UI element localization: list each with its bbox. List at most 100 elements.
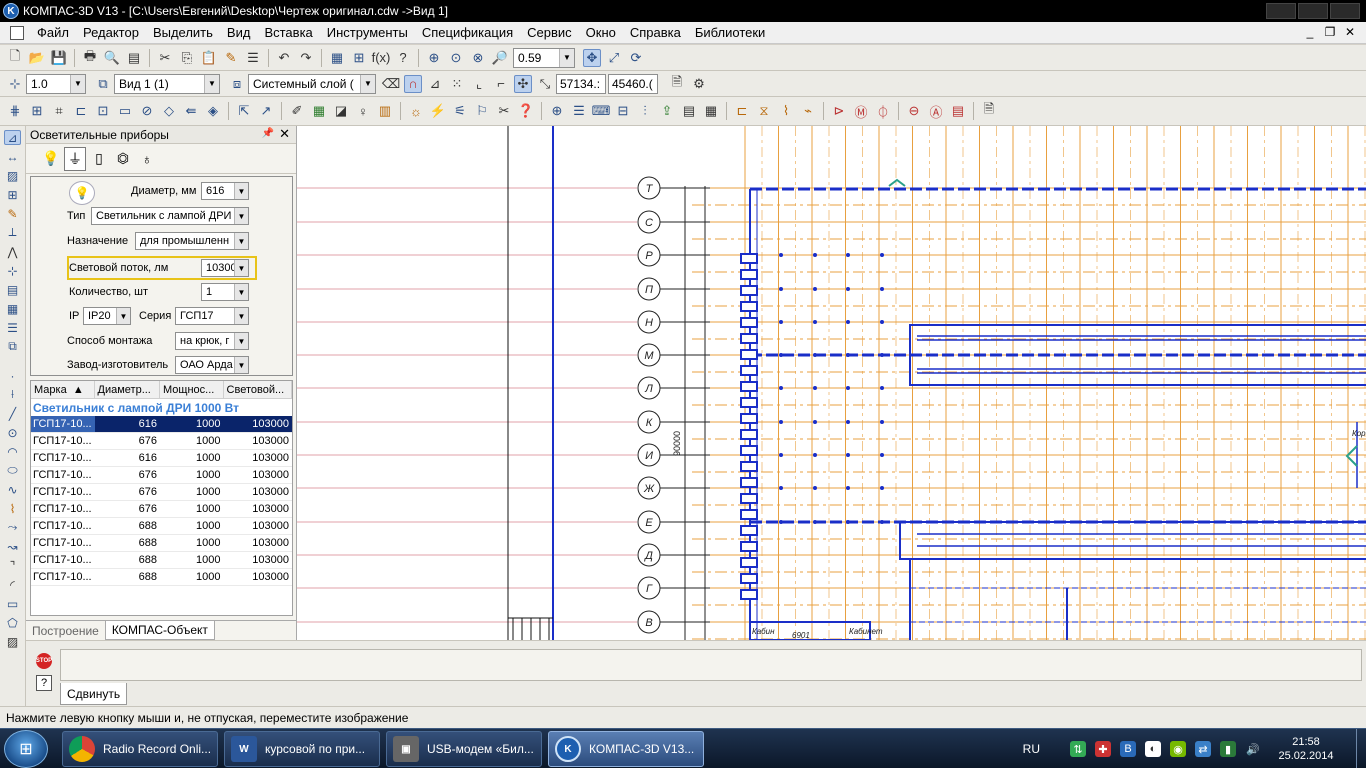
fillet-tool-icon[interactable]: ◜ (4, 577, 21, 592)
chevron-down-icon[interactable]: ▼ (234, 308, 248, 324)
undo-icon[interactable]: ↶ (275, 49, 293, 67)
tab-move[interactable]: Сдвинуть (60, 683, 128, 705)
format-painter-icon[interactable]: ✎ (222, 49, 240, 67)
flux-select[interactable]: 10300(▼ (201, 259, 249, 277)
refresh-icon[interactable]: ⟳ (627, 49, 645, 67)
print-preview-icon[interactable]: 🔍 (103, 49, 121, 67)
probe-icon[interactable]: ⫶ (636, 102, 654, 120)
eraser-icon[interactable]: ⌫ (382, 75, 400, 93)
geometry-tool-icon[interactable]: ⊿ (4, 130, 21, 145)
chevron-down-icon[interactable]: ▼ (234, 233, 248, 249)
chevron-down-icon[interactable]: ▼ (234, 260, 248, 276)
menu-insert[interactable]: Вставка (257, 25, 319, 40)
dimension-tool-icon[interactable]: ↔ (4, 149, 21, 164)
column-diameter-header[interactable]: Диаметр... (95, 381, 161, 398)
breaker-icon[interactable]: ⊳ (830, 102, 848, 120)
library-icon[interactable]: ⊞ (350, 49, 368, 67)
maximize-button[interactable] (1298, 3, 1328, 19)
stop-icon[interactable]: STOP (36, 653, 52, 669)
stairs-icon[interactable]: ▭ (116, 102, 134, 120)
table-row[interactable]: ГСП17-10... 616 1000 103000 (31, 450, 292, 467)
show-desktop-button[interactable] (1356, 729, 1366, 768)
tools-icon[interactable]: ✂ (495, 102, 513, 120)
hatch-tool-icon[interactable]: ▨ (4, 168, 21, 183)
clock[interactable]: 21:58 25.02.2014 (1270, 735, 1342, 763)
spec-table-icon[interactable]: ▦ (702, 102, 720, 120)
plug-icon[interactable]: ⌇ (777, 102, 795, 120)
arrow-left-icon[interactable]: ⇚ (182, 102, 200, 120)
table-row[interactable]: ГСП17-10... 688 1000 103000 (31, 535, 292, 552)
fuse-icon[interactable]: ⏀ (874, 102, 892, 120)
meter-icon[interactable]: Ⓜ (852, 102, 870, 120)
table-row[interactable]: ГСП17-10... 688 1000 103000 (31, 569, 292, 586)
shield-icon[interactable]: ◐ (1145, 741, 1161, 757)
spline-tool-icon[interactable]: ∿ (4, 482, 21, 497)
page-setup-icon[interactable]: ▤ (125, 49, 143, 67)
windows-start-icon[interactable]: ⊞ (4, 730, 48, 768)
spec-tool-icon[interactable]: ▤ (4, 282, 21, 297)
level-mark-icon[interactable]: ⇱ (235, 102, 253, 120)
lamp-icon[interactable]: ♀ (354, 102, 372, 120)
document-icon[interactable] (10, 25, 24, 40)
transformer-icon[interactable]: ⧖ (755, 102, 773, 120)
copy-icon[interactable]: ⎘ (178, 49, 196, 67)
edit-tool-icon[interactable]: ✎ (4, 206, 21, 221)
minimize-button[interactable] (1266, 3, 1296, 19)
fill-icon[interactable]: ◪ (332, 102, 350, 120)
segment-tool-icon[interactable]: ╱ (4, 406, 21, 421)
lighting-library-icon[interactable]: ☼ (407, 102, 425, 120)
settings-icon[interactable]: ⚙ (690, 75, 708, 93)
chamfer-tool-icon[interactable]: ⌝ (4, 558, 21, 573)
alarm-icon[interactable]: Ⓐ (927, 102, 945, 120)
stack-icon[interactable]: ☰ (570, 102, 588, 120)
new-document-icon[interactable]: 🗋 (6, 48, 24, 67)
table-row[interactable]: ГСП17-10... 676 1000 103000 (31, 501, 292, 518)
network-icon[interactable]: ⇅ (1070, 741, 1086, 757)
rectangle-tool-icon[interactable]: ▭ (4, 596, 21, 611)
menu-tools[interactable]: Инструменты (320, 25, 415, 40)
usb-icon[interactable]: ⇄ (1195, 741, 1211, 757)
switch-icon[interactable]: ⊏ (733, 102, 751, 120)
grid-icon[interactable]: ⁙ (448, 75, 466, 93)
sensor-icon[interactable]: ⊖ (905, 102, 923, 120)
capsule-lamp-icon[interactable]: ⏣ (112, 147, 134, 171)
drawing-canvas[interactable]: 90000ТСРПНМЛКИЖЕДГВКабинКабинетКори6901 (297, 126, 1366, 640)
mount-select[interactable]: на крюк, г ▼ (175, 332, 249, 350)
pin-icon[interactable]: 📌 (262, 128, 274, 139)
menu-file[interactable]: Файл (30, 25, 76, 40)
signal-icon[interactable]: ▮ (1220, 741, 1236, 757)
chevron-down-icon[interactable]: ▼ (70, 74, 85, 93)
zoom-all-icon[interactable]: ⊗ (469, 49, 487, 67)
ip-select[interactable]: IP20 ▼ (83, 307, 131, 325)
chevron-down-icon[interactable]: ▼ (234, 333, 248, 349)
walls-icon[interactable]: ⌗ (50, 102, 68, 120)
column-flux-header[interactable]: Световой... (224, 381, 292, 398)
table-row[interactable]: ГСП17-10... 688 1000 103000 (31, 552, 292, 569)
polyline-tool-icon[interactable]: ⌇ (4, 501, 21, 516)
chevron-down-icon[interactable]: ▼ (559, 48, 574, 67)
axis-grid-icon[interactable]: ⋕ (6, 102, 24, 120)
volume-icon[interactable]: 🔊 (1245, 741, 1261, 757)
task-kompas[interactable]: K КОМПАС-3D V13... (548, 731, 704, 767)
task-word[interactable]: Wкурсовой по при... (224, 731, 380, 767)
column-grid-icon[interactable]: ⊞ (28, 102, 46, 120)
hatch-lines-tool-icon[interactable]: ▨ (4, 634, 21, 649)
view-icon[interactable]: ⧉ (94, 75, 112, 93)
layer-icon[interactable]: ⧈ (228, 75, 246, 93)
arc-tool-icon[interactable]: ◠ (4, 444, 21, 459)
paste-icon[interactable]: 📋 (200, 49, 218, 67)
menu-select[interactable]: Выделить (146, 25, 220, 40)
task-chrome[interactable]: Radio Record Onli... (62, 731, 218, 767)
menu-service[interactable]: Сервис (520, 25, 579, 40)
coord-x-field[interactable]: 57134.: (556, 73, 606, 94)
language-indicator[interactable]: RU (1023, 742, 1040, 756)
cable-icon[interactable]: ⚟ (451, 102, 469, 120)
doc-minimize-button[interactable]: _ (1300, 25, 1320, 39)
doc-restore-button[interactable]: ❐ (1320, 25, 1340, 39)
panel-close-icon[interactable]: ✕ (279, 126, 290, 142)
bulb-lamp-icon[interactable]: 💡 (40, 147, 62, 171)
vk-icon[interactable]: B (1120, 741, 1136, 757)
report-icon[interactable]: 🗎 (980, 101, 998, 120)
opening-icon[interactable]: ⊘ (138, 102, 156, 120)
column-mark-header[interactable]: Марка ▲ (31, 381, 95, 398)
